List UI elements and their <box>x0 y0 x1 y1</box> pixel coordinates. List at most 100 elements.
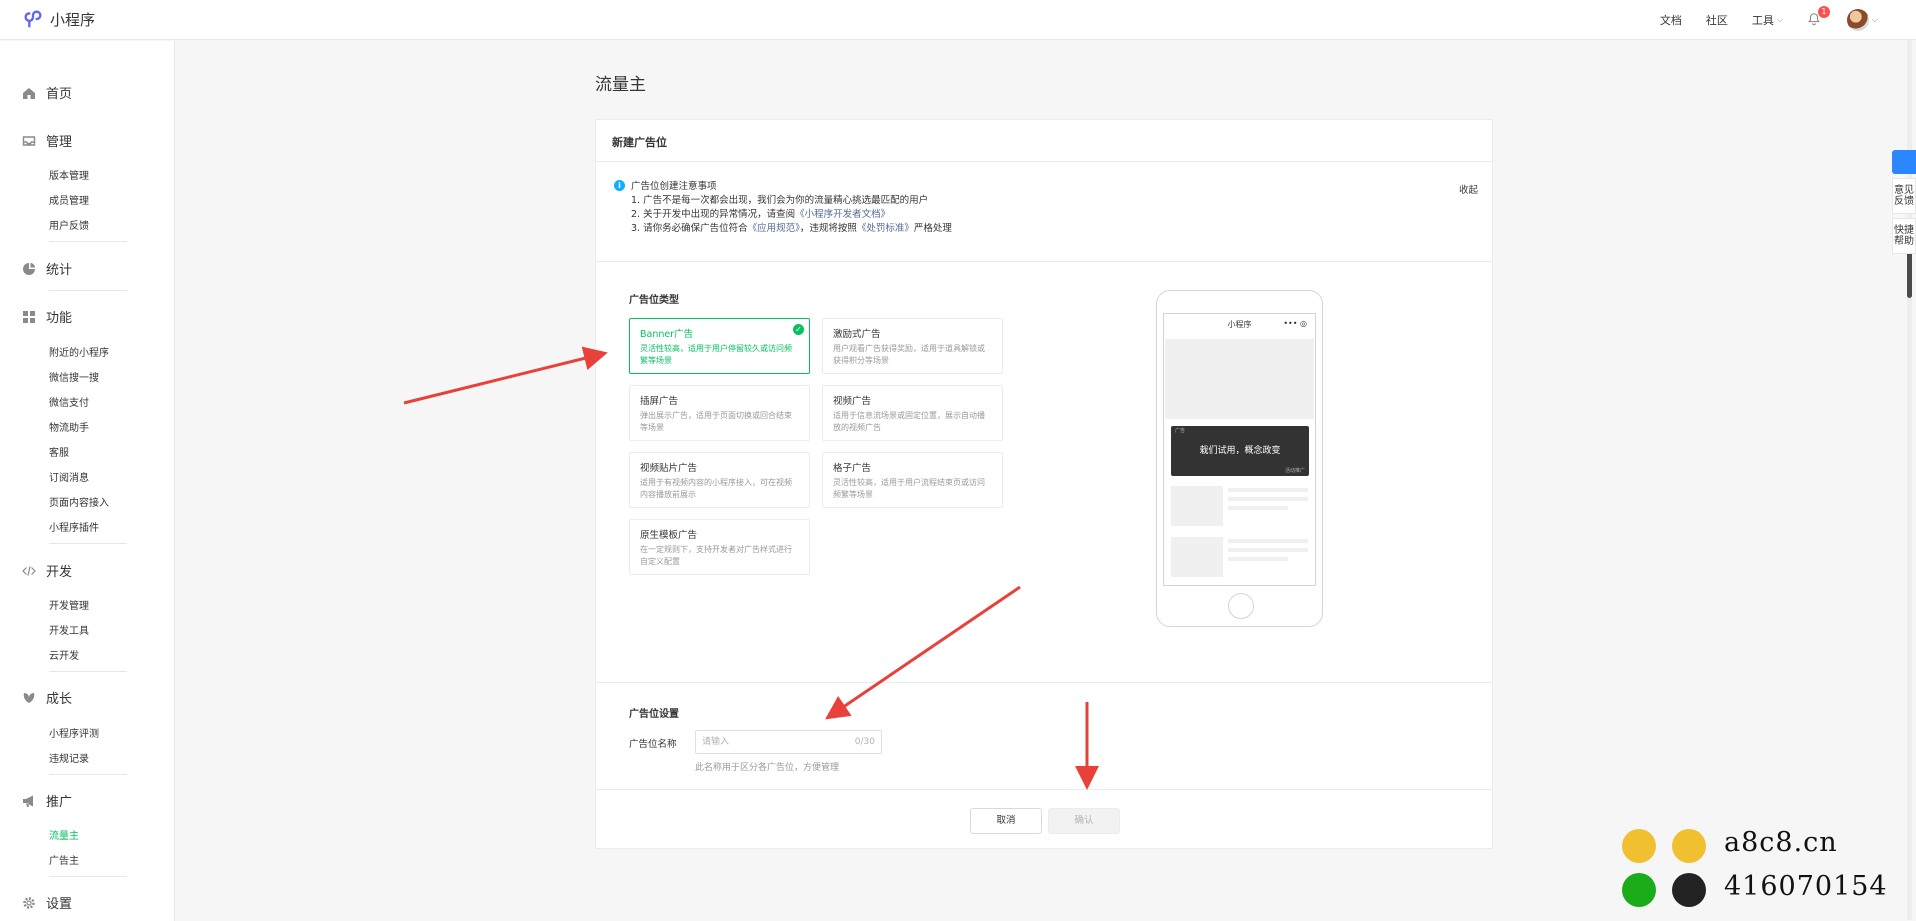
sidebar-label: 统计 <box>46 263 73 278</box>
notification-bell[interactable]: 1 <box>1807 6 1830 28</box>
community-link[interactable]: 社区 <box>1706 12 1728 28</box>
ad-name-input[interactable]: 请输入 0/30 <box>695 730 882 754</box>
sidebar-item-home[interactable]: 首页 <box>22 83 72 102</box>
leaf-icon <box>23 692 35 703</box>
sidebar-item-pay[interactable]: 微信支付 <box>49 394 89 409</box>
divider <box>49 876 127 877</box>
sidebar-section-growth[interactable]: 成长 <box>22 688 72 707</box>
app-rules-link[interactable]: 《应用规范》 <box>748 223 800 234</box>
ad-type-desc: 在一定规则下，支持开发者对广告样式进行自定义配置 <box>640 545 792 566</box>
sidebar-item-search[interactable]: 微信搜一搜 <box>49 369 99 384</box>
code-icon <box>22 565 36 576</box>
sidebar-item-subscribe[interactable]: 订阅消息 <box>49 469 89 484</box>
ad-name-label: 广告位名称 <box>629 739 677 750</box>
banner-text: 栽们试用，概念政变 <box>1199 446 1281 456</box>
divider <box>49 774 127 775</box>
sidebar-item-plugins[interactable]: 小程序插件 <box>49 519 99 534</box>
placeholder-line <box>1228 539 1308 543</box>
sidebar-section-dev[interactable]: 开发 <box>22 561 72 580</box>
placeholder-line <box>1228 557 1288 561</box>
watermark-avatar-icon <box>1672 829 1706 863</box>
divider <box>596 789 1492 790</box>
sidebar-item-dev-manage[interactable]: 开发管理 <box>49 597 89 612</box>
sidebar-label: 设置 <box>46 897 73 912</box>
sidebar-item-violations[interactable]: 违规记录 <box>49 750 89 765</box>
tools-menu[interactable]: 工具 ⌵ <box>1752 12 1783 28</box>
sidebar-item-logistics[interactable]: 物流助手 <box>49 419 89 434</box>
ad-type-video-patch[interactable]: 视频贴片广告 适用于有视频内容的小程序接入，可在视频内容播放前展示 <box>629 452 810 508</box>
sidebar-item-nearby[interactable]: 附近的小程序 <box>49 344 109 359</box>
ad-name-placeholder: 请输入 <box>702 737 730 747</box>
sidebar-section-features[interactable]: 功能 <box>22 307 72 326</box>
notice-line-2: 2. 关于开发中出现的异常情况，请查阅《小程序开发者文档》 <box>631 208 890 222</box>
divider <box>596 682 1492 683</box>
inbox-icon <box>22 135 36 146</box>
phone-home-button <box>1228 593 1254 619</box>
ad-type-title: 插屏广告 <box>640 396 679 407</box>
sidebar-item-feedback[interactable]: 用户反馈 <box>49 217 89 232</box>
placeholder-line <box>1228 497 1308 501</box>
sidebar-item-traffic-owner[interactable]: 流量主 <box>49 827 79 842</box>
sidebar-section-manage[interactable]: 管理 <box>22 131 72 150</box>
page-title: 流量主 <box>595 75 646 95</box>
ad-settings-section-label: 广告位设置 <box>629 709 679 720</box>
sidebar-item-cloud[interactable]: 云开发 <box>49 647 79 662</box>
ad-type-rewarded[interactable]: 激励式广告 用户观看广告获得奖励，适用于道具解锁或获得积分等场景 <box>822 318 1003 374</box>
ad-type-desc: 适用于信息流场景或固定位置，展示自动播放的视频广告 <box>833 411 985 432</box>
wechat-icon <box>1622 873 1656 907</box>
feedback-button[interactable]: 意见反馈 <box>1892 178 1916 214</box>
ad-type-section-label: 广告位类型 <box>629 295 679 306</box>
qq-icon <box>1672 873 1706 907</box>
divider <box>49 543 127 544</box>
placeholder-line <box>1228 548 1308 552</box>
ad-type-video[interactable]: 视频广告 适用于信息流场景或固定位置，展示自动播放的视频广告 <box>822 385 1003 441</box>
sidebar-item-stats[interactable]: 统计 <box>22 259 72 278</box>
docs-link[interactable]: 文档 <box>1660 12 1682 28</box>
sidebar-label: 功能 <box>46 311 73 326</box>
ad-type-desc: 弹出展示广告，适用于页面切换或回合结束等场景 <box>640 411 792 432</box>
placeholder-line <box>1228 506 1288 510</box>
chevron-down-icon: ⌵ <box>1871 15 1878 24</box>
ad-type-native-template[interactable]: 原生模板广告 在一定规则下，支持开发者对广告样式进行自定义配置 <box>629 519 810 575</box>
account-menu[interactable]: ⌵ <box>1846 9 1878 31</box>
grid-icon <box>23 310 35 323</box>
logo[interactable]: 小程序 <box>22 8 95 30</box>
ad-tag: 广告 <box>1175 428 1186 434</box>
watermark-logo-icon <box>1622 829 1656 863</box>
notice-text: 2. 关于开发中出现的异常情况，请查阅 <box>631 209 796 220</box>
arrow-to-banner <box>403 346 608 405</box>
sidebar-item-review[interactable]: 小程序评测 <box>49 725 99 740</box>
dev-docs-link[interactable]: 《小程序开发者文档》 <box>795 209 890 220</box>
sidebar-item-settings[interactable]: 设置 <box>22 893 72 912</box>
divider <box>49 290 127 291</box>
placeholder-image <box>1171 537 1223 577</box>
sidebar-item-dev-tools[interactable]: 开发工具 <box>49 622 89 637</box>
card-title: 新建广告位 <box>596 120 1492 162</box>
top-nav: 文档 社区 工具 ⌵ 1 ⌵ <box>1660 0 1878 40</box>
placeholder-block <box>1165 339 1314 419</box>
cancel-button[interactable]: 取消 <box>970 808 1042 834</box>
sidebar-item-version[interactable]: 版本管理 <box>49 167 89 182</box>
ad-type-banner[interactable]: Banner广告 灵活性较高，适用于用户停留较久或访问频繁等场景 ✓ <box>629 318 810 374</box>
sidebar-section-promo[interactable]: 推广 <box>22 791 72 810</box>
sidebar-item-members[interactable]: 成员管理 <box>49 192 89 207</box>
divider <box>49 241 127 242</box>
cloud-icon[interactable] <box>1892 150 1916 174</box>
sidebar-label: 推广 <box>46 795 73 810</box>
watermark-qq: 416070154 <box>1724 871 1888 902</box>
ad-type-interstitial[interactable]: 插屏广告 弹出展示广告，适用于页面切换或回合结束等场景 <box>629 385 810 441</box>
penalty-standard-link[interactable]: 《处罚标准》 <box>857 223 914 234</box>
miniprogram-logo-icon <box>24 10 42 28</box>
char-count: 0/30 <box>854 737 875 747</box>
ad-type-grid[interactable]: 格子广告 灵活性较高，适用于用户流程结束页或访问频繁等场景 <box>822 452 1003 508</box>
collapse-button[interactable]: 收起 <box>1459 182 1478 196</box>
confirm-button[interactable]: 确认 <box>1048 808 1120 834</box>
notice-line-1: 1. 广告不是每一次都会出现，我们会为你的流量精心挑选最匹配的用户 <box>631 195 929 206</box>
sidebar-item-service[interactable]: 客服 <box>49 444 69 459</box>
sidebar: 首页 管理 版本管理 成员管理 用户反馈 统计 功能 附近的小程序 微信搜一搜 … <box>0 41 175 921</box>
help-button[interactable]: 快捷帮助 <box>1892 218 1916 254</box>
sidebar-item-advertiser[interactable]: 广告主 <box>49 852 79 867</box>
placeholder-image <box>1171 486 1223 526</box>
sidebar-item-content[interactable]: 页面内容接入 <box>49 494 109 509</box>
chevron-down-icon: ⌵ <box>1776 15 1783 24</box>
